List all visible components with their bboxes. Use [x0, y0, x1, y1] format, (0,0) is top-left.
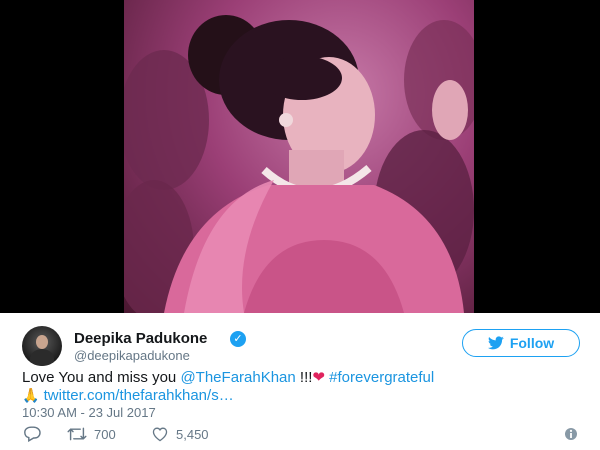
tweet-text-part2: !!! [295, 369, 313, 386]
hashtag-link[interactable]: #forevergrateful [325, 369, 434, 386]
tweet-card: Deepika Padukone ✓ @deepikapadukone Foll… [0, 313, 600, 450]
verified-badge-icon: ✓ [230, 331, 246, 347]
mention-link[interactable]: @TheFarahKhan [180, 369, 295, 386]
reply-action[interactable] [22, 426, 42, 442]
avatar[interactable] [22, 326, 62, 366]
tweet-link[interactable]: twitter.com/thefarahkhan/s… [44, 387, 234, 404]
reply-icon [24, 426, 41, 442]
author-name[interactable]: Deepika Padukone [74, 330, 207, 347]
retweet-count: 700 [94, 426, 116, 442]
like-icon [152, 427, 168, 442]
like-count: 5,450 [176, 426, 209, 442]
retweet-action[interactable]: 700 [66, 426, 116, 442]
author-handle[interactable]: @deepikapadukone [74, 348, 190, 363]
photo-illustration [124, 15, 474, 313]
tweet-text: Love You and miss you @TheFarahKhan !!!❤… [22, 368, 582, 405]
tweet-text-part1: Love You and miss you [22, 369, 181, 386]
tweet-timestamp[interactable]: 10:30 AM - 23 Jul 2017 [22, 405, 156, 420]
follow-button[interactable]: Follow [462, 329, 580, 357]
follow-label: Follow [509, 335, 555, 351]
info-icon[interactable] [564, 427, 578, 441]
like-action[interactable]: 5,450 [150, 426, 209, 442]
tweet-photo[interactable] [124, 0, 474, 313]
twitter-bird-icon [487, 336, 504, 350]
folded-hands-emoji: 🙏 [22, 388, 40, 404]
tweet-photo-frame [0, 0, 600, 313]
avatar-face [36, 335, 48, 349]
tweet-actions: 700 5,450 [22, 426, 578, 444]
avatar-body [30, 349, 54, 366]
retweet-icon [67, 427, 87, 441]
heart-emoji: ❤ [312, 368, 325, 386]
